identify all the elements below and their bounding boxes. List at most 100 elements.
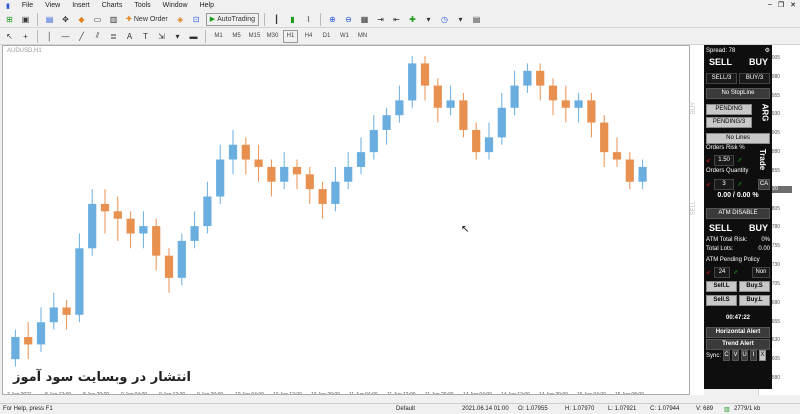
- cursor-tool-icon[interactable]: ↖: [3, 30, 16, 43]
- tile-windows-icon[interactable]: ▦: [358, 13, 371, 26]
- trend-alert-button[interactable]: Trend Alert: [706, 339, 770, 350]
- chart-shift-icon[interactable]: ⇤: [390, 13, 403, 26]
- buy-stop-button[interactable]: Buy.S: [739, 281, 770, 292]
- line-chart-icon[interactable]: ⌇: [302, 13, 315, 26]
- sell-third-button[interactable]: SELL/3: [706, 73, 737, 84]
- minimize-icon[interactable]: –: [768, 1, 772, 9]
- timeframe-h4[interactable]: H4: [301, 30, 316, 43]
- data-window-icon[interactable]: ✥: [59, 13, 72, 26]
- timeframe-w1[interactable]: W1: [337, 30, 352, 43]
- zoom-in-icon[interactable]: ⊕: [326, 13, 339, 26]
- panel-settings-icon[interactable]: ⚙: [765, 47, 770, 54]
- non-button[interactable]: Non: [752, 267, 770, 278]
- candlestick-icon[interactable]: ▮: [286, 13, 299, 26]
- timeframe-mn[interactable]: MN: [355, 30, 370, 43]
- vertical-line-icon[interactable]: │: [43, 30, 56, 43]
- horizontal-line-icon[interactable]: —: [59, 30, 72, 43]
- risk-up-icon[interactable]: ⇗: [737, 157, 742, 164]
- periods-dropdown-icon[interactable]: ▾: [454, 13, 467, 26]
- templates-icon[interactable]: ▤: [470, 13, 483, 26]
- indicators-icon[interactable]: ✚: [406, 13, 419, 26]
- buy-button[interactable]: BUY: [749, 57, 770, 67]
- sync-u-button[interactable]: U: [741, 350, 748, 361]
- no-lines-button[interactable]: No Lines: [706, 133, 770, 144]
- sell-button[interactable]: SELL: [706, 57, 732, 67]
- terminal-icon[interactable]: ▭: [91, 13, 104, 26]
- menu-tools[interactable]: Tools: [128, 2, 156, 9]
- menu-insert[interactable]: Insert: [66, 2, 96, 9]
- x-tick-label: 11 Jun 04:00: [349, 392, 378, 395]
- quantity-up-icon[interactable]: ⇗: [737, 181, 742, 188]
- period-sep-icon[interactable]: ▬: [187, 30, 200, 43]
- candle-body: [50, 307, 58, 322]
- status-open: O: 1.07955: [518, 406, 548, 412]
- autotrading-button[interactable]: ▶AutoTrading: [206, 13, 259, 26]
- restore-icon[interactable]: ❐: [778, 1, 784, 9]
- atm-disable-button[interactable]: ATM DISABLE: [706, 208, 770, 219]
- navigator-icon[interactable]: ◆: [75, 13, 88, 26]
- channel-icon[interactable]: ⫽: [91, 30, 104, 43]
- candle-body: [267, 167, 275, 182]
- horizontal-alert-button[interactable]: Horizontal Alert: [706, 327, 770, 338]
- arrows-tool-icon[interactable]: ⇲: [155, 30, 168, 43]
- close-all-button[interactable]: CA: [758, 179, 770, 190]
- new-order-icon: ✚: [126, 15, 132, 23]
- pending-up-icon[interactable]: ⇗: [733, 269, 738, 276]
- menu-charts[interactable]: Charts: [96, 2, 129, 9]
- tester-icon[interactable]: ▥: [107, 13, 120, 26]
- menu-window[interactable]: Window: [157, 2, 194, 9]
- metaeditor-icon[interactable]: ◈: [174, 13, 187, 26]
- timeframe-m5[interactable]: M5: [229, 30, 244, 43]
- pending-button[interactable]: PENDING: [706, 104, 752, 115]
- x-tick-label: 8 Jun 20:00: [83, 392, 109, 395]
- timeframe-d1[interactable]: D1: [319, 30, 334, 43]
- no-stopline-button[interactable]: No StopLine: [706, 88, 770, 99]
- candle-body: [306, 174, 314, 189]
- menu-file[interactable]: File: [16, 2, 39, 9]
- sync-i-button[interactable]: I: [750, 350, 757, 361]
- buy-limit-button[interactable]: Buy.L: [739, 295, 770, 306]
- timeframe-m1[interactable]: M1: [211, 30, 226, 43]
- candle-body: [101, 204, 109, 211]
- close-icon[interactable]: ✕: [790, 1, 796, 9]
- menu-help[interactable]: Help: [194, 2, 220, 9]
- market-watch-icon[interactable]: ▤: [43, 13, 56, 26]
- sell-limit-button[interactable]: Sell.L: [706, 281, 737, 292]
- trendline-icon[interactable]: ╱: [75, 30, 88, 43]
- risk-value-field[interactable]: 1.50: [714, 155, 734, 166]
- label-tool-icon[interactable]: T: [139, 30, 152, 43]
- timeframe-m30[interactable]: M30: [265, 30, 280, 43]
- quantity-down-icon[interactable]: ⇙: [706, 181, 711, 188]
- crosshair-tool-icon[interactable]: +: [19, 30, 32, 43]
- menu-view[interactable]: View: [39, 2, 66, 9]
- chart-area[interactable]: AUDUSD,H1 7 Jun 20218 Jun 12:008 Jun 20:…: [2, 45, 690, 395]
- text-tool-icon[interactable]: A: [123, 30, 136, 43]
- quantity-value-field[interactable]: 3: [714, 179, 734, 190]
- sync-x-button[interactable]: X: [759, 350, 766, 361]
- timeframe-m15[interactable]: M15: [247, 30, 262, 43]
- candle-body: [293, 167, 301, 174]
- pending-third-button[interactable]: PENDING/3: [706, 117, 752, 128]
- risk-down-icon[interactable]: ⇙: [706, 157, 711, 164]
- atm-sell-button[interactable]: SELL: [706, 223, 732, 233]
- pending-down-icon[interactable]: ⇙: [706, 269, 711, 276]
- zoom-out-icon[interactable]: ⊖: [342, 13, 355, 26]
- bar-chart-icon[interactable]: ┃: [270, 13, 283, 26]
- shapes-tool-icon[interactable]: ▾: [171, 30, 184, 43]
- new-order-button[interactable]: ✚New Order: [123, 13, 171, 26]
- signals-icon[interactable]: ⊡: [190, 13, 203, 26]
- sync-v-button[interactable]: V: [732, 350, 739, 361]
- new-chart-icon[interactable]: ⊞: [3, 13, 16, 26]
- buy-third-button[interactable]: BUY/3: [739, 73, 770, 84]
- fibonacci-icon[interactable]: ≣: [107, 30, 120, 43]
- indicators-dropdown-icon[interactable]: ▾: [422, 13, 435, 26]
- profiles-icon[interactable]: ▣: [19, 13, 32, 26]
- sync-c-button[interactable]: C: [723, 350, 730, 361]
- side-strip: SELL BUY: [690, 45, 704, 395]
- periods-icon[interactable]: ◷: [438, 13, 451, 26]
- autoscroll-icon[interactable]: ⇥: [374, 13, 387, 26]
- atm-buy-button[interactable]: BUY: [749, 223, 770, 233]
- sell-stop-button[interactable]: Sell.S: [706, 295, 737, 306]
- pending-value-field[interactable]: 24: [714, 267, 730, 278]
- timeframe-h1[interactable]: H1: [283, 30, 298, 43]
